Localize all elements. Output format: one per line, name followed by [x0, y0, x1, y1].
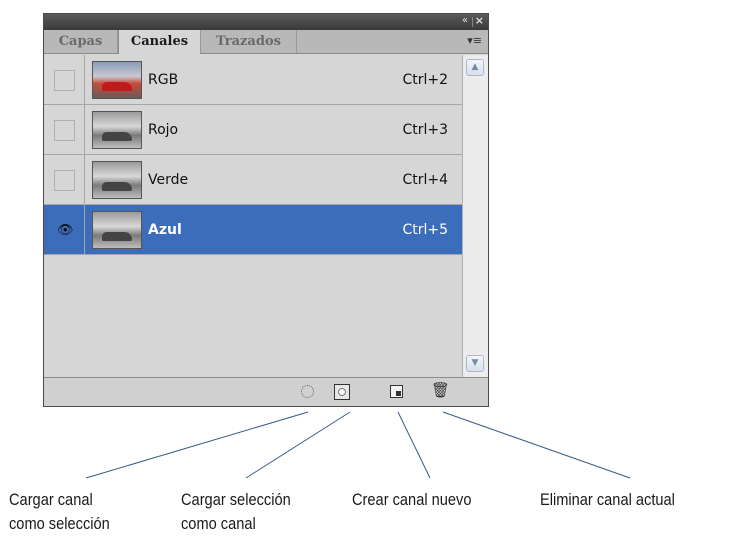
channel-row-rojo[interactable]: Rojo Ctrl+3 — [44, 105, 462, 155]
channel-row-azul[interactable]: 👁 Azul Ctrl+5 — [44, 205, 462, 255]
callout-line-load — [85, 411, 309, 479]
channel-list: RGB Ctrl+2 Rojo Ctrl+3 Verde Ctrl+4 👁 Az… — [44, 55, 462, 377]
callout-line-delete — [442, 411, 631, 479]
callout-text: como selección — [9, 514, 110, 533]
car-image — [102, 132, 132, 141]
eye-icon: 👁 — [57, 223, 74, 238]
callout-label-save: Cargar selección como canal — [181, 488, 291, 536]
channel-shortcut: Ctrl+4 — [402, 172, 448, 188]
callout-label-new: Crear canal nuevo — [352, 488, 471, 512]
tab-bar: Capas Canales Trazados ▾≡ — [44, 30, 488, 54]
tab-canales[interactable]: Canales — [118, 30, 201, 54]
visibility-toggle[interactable]: 👁 — [54, 220, 75, 241]
channel-row-rgb[interactable]: RGB Ctrl+2 — [44, 55, 462, 105]
callout-line-save — [245, 411, 351, 479]
callout-text: Crear canal nuevo — [352, 490, 472, 509]
row-divider — [84, 55, 85, 105]
row-divider — [84, 105, 85, 155]
channel-shortcut: Ctrl+2 — [402, 72, 448, 88]
trash-glyph: 🗑 — [431, 381, 451, 399]
collapse-icon[interactable]: « — [462, 15, 468, 26]
callout-label-load: Cargar canal como selección — [9, 488, 110, 536]
channel-name: Azul — [148, 222, 182, 238]
car-image — [102, 182, 132, 191]
callout-text: Eliminar canal actual — [540, 490, 675, 509]
titlebar-separator — [472, 17, 473, 27]
visibility-toggle[interactable] — [54, 170, 75, 191]
panel-titlebar[interactable]: « × — [44, 14, 488, 30]
callout-text: Cargar selección — [181, 490, 291, 509]
scrollbar[interactable]: ▲ ▼ — [462, 55, 488, 377]
channel-row-verde[interactable]: Verde Ctrl+4 — [44, 155, 462, 205]
callout-text: Cargar canal — [9, 490, 93, 509]
channel-name: RGB — [148, 72, 179, 88]
callout-text: como canal — [181, 514, 256, 533]
load-channel-as-selection-icon[interactable] — [301, 385, 314, 398]
car-image — [102, 82, 132, 91]
trash-icon[interactable]: 🗑 — [431, 381, 450, 399]
callout-line-new — [397, 411, 431, 479]
panel-toolbar: 🗑 — [44, 377, 488, 406]
channel-name: Verde — [148, 172, 189, 188]
channel-name: Rojo — [148, 122, 179, 138]
channel-thumbnail — [92, 61, 142, 99]
channel-shortcut: Ctrl+3 — [402, 122, 448, 138]
channel-shortcut: Ctrl+5 — [402, 222, 448, 238]
tab-capas[interactable]: Capas — [44, 30, 118, 53]
close-icon[interactable]: × — [475, 14, 484, 27]
channel-thumbnail — [92, 211, 142, 249]
scroll-up-icon[interactable]: ▲ — [466, 59, 484, 76]
visibility-toggle[interactable] — [54, 70, 75, 91]
create-new-channel-icon[interactable] — [390, 385, 403, 398]
channels-panel: « × Capas Canales Trazados ▾≡ RGB Ctrl+2… — [43, 13, 489, 407]
row-divider — [84, 155, 85, 205]
save-selection-as-channel-icon[interactable] — [334, 384, 350, 400]
scroll-down-icon[interactable]: ▼ — [466, 355, 484, 372]
channel-thumbnail — [92, 161, 142, 199]
panel-menu-icon[interactable]: ▾≡ — [467, 34, 482, 47]
visibility-toggle[interactable] — [54, 120, 75, 141]
channel-thumbnail — [92, 111, 142, 149]
row-divider — [84, 205, 85, 255]
car-image — [102, 232, 132, 241]
tab-trazados[interactable]: Trazados — [201, 30, 297, 53]
callout-label-delete: Eliminar canal actual — [540, 488, 675, 512]
